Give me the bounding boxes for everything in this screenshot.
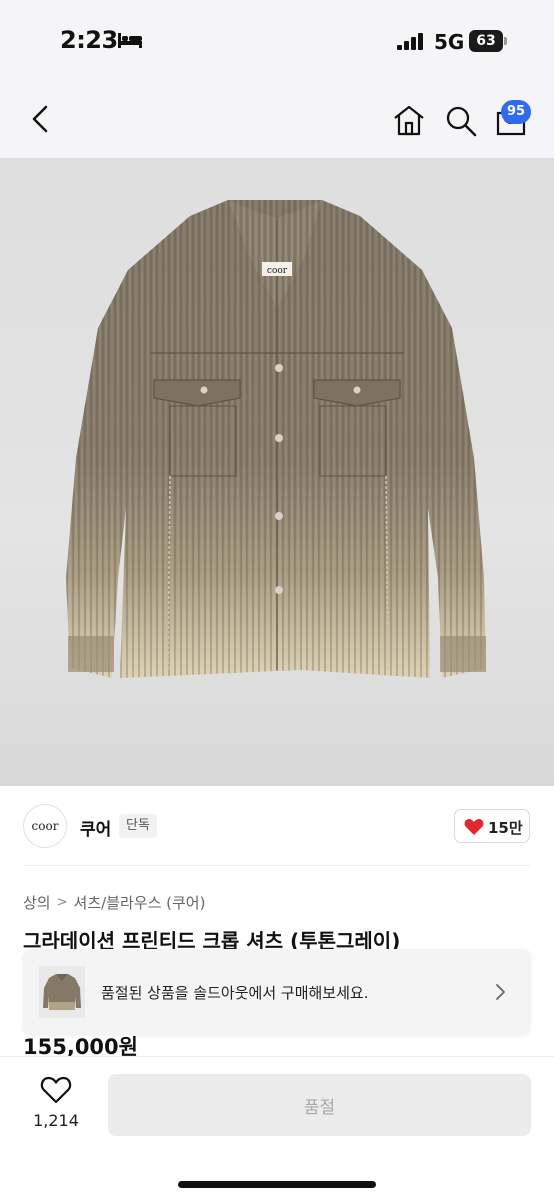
soldout-button[interactable]: 품절 <box>108 1074 531 1136</box>
search-icon[interactable] <box>444 104 478 138</box>
like-button[interactable]: 15만 <box>454 809 530 843</box>
network-label: 5G <box>434 30 465 54</box>
battery-cap <box>504 37 507 45</box>
chevron-right-icon <box>496 984 505 1000</box>
breadcrumb: 상의 > 셔츠/블라우스 (쿠어) <box>23 890 205 914</box>
shirt-illustration: coor <box>66 200 486 678</box>
soldout-banner-text: 품절된 상품을 솔드아웃에서 구매해보세요. <box>101 984 369 1002</box>
product-price: 155,000원 <box>23 1035 138 1056</box>
battery-level: 63 <box>469 30 503 52</box>
breadcrumb-item-subcategory[interactable]: 셔츠/블라우스 (쿠어) <box>74 892 206 913</box>
brand-exclusive-tag: 단독 <box>119 814 157 838</box>
bed-icon <box>118 33 142 48</box>
breadcrumb-item-category[interactable]: 상의 <box>23 892 51 913</box>
status-bar: 2:23 5G 63 <box>0 0 554 80</box>
wishlist-heart-icon[interactable] <box>40 1075 72 1105</box>
brand-name[interactable]: 쿠어 <box>80 815 111 840</box>
soldout-banner[interactable]: 품절된 상품을 솔드아웃에서 구매해보세요. <box>23 949 531 1035</box>
divider <box>23 865 530 866</box>
cart-badge[interactable]: 95 <box>501 100 531 124</box>
home-indicator <box>178 1181 376 1188</box>
product-title: 그라데이션 프린티드 크롭 셔츠 (투톤그레이) <box>23 929 401 950</box>
back-icon[interactable] <box>26 102 54 136</box>
home-icon[interactable] <box>392 104 426 136</box>
like-count: 15만 <box>488 819 523 837</box>
banner-thumbnail <box>39 966 85 1018</box>
product-label-text: coor <box>267 266 288 276</box>
heart-icon <box>464 819 484 835</box>
top-nav <box>0 80 554 158</box>
battery-icon: 63 <box>469 30 507 52</box>
brand-logo[interactable]: coor <box>23 804 67 848</box>
chevron-right-icon: > <box>56 894 68 910</box>
wishlist-count: 1,214 <box>33 1111 79 1130</box>
signal-icon <box>397 33 423 50</box>
product-image[interactable]: coor <box>0 158 554 786</box>
status-time: 2:23 <box>60 26 118 54</box>
bottom-bar: 1,214 품절 <box>0 1056 554 1200</box>
